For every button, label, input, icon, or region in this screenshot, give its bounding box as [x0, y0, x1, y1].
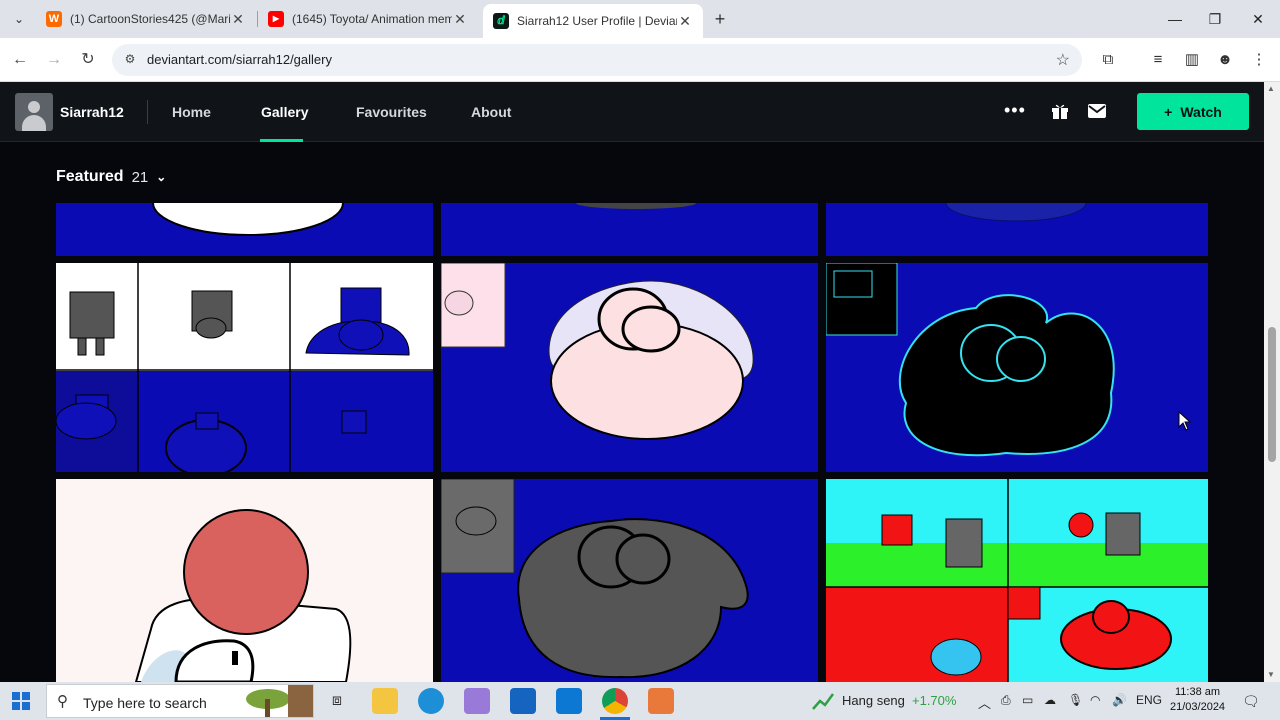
clock-date: 21/03/2024 — [1170, 701, 1226, 713]
deviantart-icon: ⅆ — [493, 13, 509, 29]
edge-icon[interactable] — [418, 688, 444, 714]
volume-icon[interactable]: 🔊 — [1112, 693, 1127, 707]
mail-app-icon[interactable] — [556, 688, 582, 714]
address-bar[interactable]: ⚙ deviantart.com/siarrah12/gallery ☆ — [112, 44, 1082, 76]
profile-avatar-icon[interactable]: ☻ — [1213, 48, 1237, 72]
profile-username[interactable]: Siarrah12 — [60, 104, 124, 120]
gallery-thumbnail[interactable] — [441, 203, 818, 256]
site-settings-icon[interactable]: ⚙ — [122, 51, 138, 67]
taskbar-search-input[interactable]: ⚲ Type here to search — [46, 684, 314, 718]
mouse-cursor-icon — [1178, 411, 1192, 431]
nav-home[interactable]: Home — [172, 104, 211, 120]
tree-illustration-icon — [246, 685, 313, 717]
plus-icon: + — [1164, 103, 1173, 120]
profile-nav-bar: Siarrah12 Home Gallery Favourites About … — [0, 82, 1264, 142]
featured-folder-header[interactable]: Featured 21 ⌄ — [56, 168, 166, 186]
watch-label: Watch — [1180, 103, 1222, 120]
close-icon[interactable]: ✕ — [452, 11, 468, 28]
deviantart-page: Siarrah12 Home Gallery Favourites About … — [0, 82, 1264, 682]
minimize-icon[interactable]: — — [1153, 0, 1197, 38]
featured-count: 21 — [131, 168, 149, 186]
tab-title: Siarrah12 User Profile | Devian… — [517, 14, 677, 28]
chevron-up-icon[interactable]: ︿ — [978, 693, 991, 712]
browser-toolbar: ← → ↻ ⚙ deviantart.com/siarrah12/gallery… — [0, 38, 1280, 82]
gallery-thumbnail[interactable] — [441, 263, 818, 472]
scroll-down-arrow-icon[interactable]: ▼ — [1267, 670, 1275, 679]
watch-button[interactable]: + Watch — [1137, 93, 1249, 130]
back-arrow-icon[interactable]: ← — [8, 48, 32, 72]
bookmark-star-icon[interactable]: ☆ — [1056, 50, 1070, 70]
tab-deviantart[interactable]: ⅆ Siarrah12 User Profile | Devian… ✕ — [483, 4, 703, 38]
gallery-thumbnail[interactable] — [441, 479, 818, 682]
clock-time: 11:38 am — [1175, 686, 1221, 698]
clipchamp-icon[interactable] — [464, 688, 490, 714]
tab-cartoonstories[interactable]: W (1) CartoonStories425 (@Maria… ✕ — [36, 4, 256, 34]
search-placeholder: Type here to search — [83, 695, 207, 711]
close-icon[interactable]: ✕ — [677, 13, 693, 30]
media-control-icon[interactable]: ≡ — [1146, 48, 1170, 72]
meet-now-icon[interactable]: ⎙ — [1001, 693, 1011, 708]
forward-arrow-icon[interactable]: → — [42, 48, 66, 72]
paint-app-icon[interactable] — [648, 688, 674, 714]
search-icon: ⚲ — [57, 693, 68, 710]
file-explorer-icon[interactable] — [372, 688, 398, 714]
nav-favourites[interactable]: Favourites — [356, 104, 427, 120]
windows-start-icon[interactable] — [12, 692, 30, 710]
menu-kebab-icon[interactable]: ⋮ — [1247, 48, 1271, 72]
gift-icon[interactable] — [1051, 102, 1069, 120]
extensions-icon[interactable]: ⧉ — [1096, 48, 1120, 72]
stock-name[interactable]: Hang seng — [842, 693, 905, 708]
tab-youtube[interactable]: ▶ (1645) Toyota/ Animation mem… ✕ — [258, 4, 478, 34]
new-tab-button[interactable]: + — [709, 8, 731, 30]
mail-icon[interactable] — [1088, 104, 1106, 118]
scroll-up-arrow-icon[interactable]: ▲ — [1267, 84, 1275, 93]
gallery-thumbnail[interactable] — [826, 479, 1208, 682]
page-scrollbar[interactable]: ▲ ▼ — [1264, 82, 1280, 682]
tab-title: (1645) Toyota/ Animation mem… — [292, 12, 452, 26]
window-close-icon[interactable]: ✕ — [1236, 0, 1280, 38]
gallery-thumbnail[interactable] — [56, 203, 433, 256]
gallery-thumbnail[interactable] — [56, 263, 433, 472]
avatar[interactable] — [15, 93, 53, 131]
gallery-thumbnail[interactable] — [826, 203, 1208, 256]
gallery-thumbnail[interactable] — [56, 479, 433, 682]
w-icon: W — [46, 11, 62, 27]
task-view-icon[interactable]: ⧈ — [324, 688, 350, 714]
notifications-icon[interactable]: 🗨 — [1242, 693, 1260, 710]
windows-taskbar: ⚲ Type here to search ⧈ Hang seng +1.70%… — [0, 682, 1280, 720]
store-icon[interactable] — [510, 688, 536, 714]
youtube-icon: ▶ — [268, 11, 284, 27]
battery-icon[interactable]: ▭ — [1022, 693, 1033, 707]
active-tab-indicator — [260, 139, 303, 142]
browser-tab-strip: ⌄ W (1) CartoonStories425 (@Maria… ✕ ▶ (… — [0, 0, 1280, 38]
chrome-icon[interactable] — [602, 688, 628, 714]
nav-gallery[interactable]: Gallery — [261, 104, 308, 120]
onedrive-icon[interactable]: ☁ — [1044, 693, 1056, 707]
scrollbar-thumb[interactable] — [1268, 327, 1276, 462]
maximize-icon[interactable]: ❐ — [1193, 0, 1237, 38]
language-indicator[interactable]: ENG — [1136, 693, 1162, 707]
chevron-down-icon[interactable]: ⌄ — [156, 170, 166, 184]
microphone-icon[interactable]: 🎙 — [1068, 693, 1083, 707]
nav-about[interactable]: About — [471, 104, 511, 120]
stock-change[interactable]: +1.70% — [912, 693, 956, 708]
reload-icon[interactable]: ↻ — [76, 48, 100, 72]
more-options-icon[interactable]: ••• — [1004, 100, 1026, 121]
featured-title: Featured — [56, 168, 124, 185]
side-panel-icon[interactable]: ▥ — [1180, 48, 1204, 72]
nav-divider — [147, 100, 148, 124]
url-text[interactable]: deviantart.com/siarrah12/gallery — [147, 52, 332, 67]
tab-title: (1) CartoonStories425 (@Maria… — [70, 12, 230, 26]
gallery-thumbnail[interactable] — [826, 263, 1208, 472]
tab-search-button[interactable]: ⌄ — [8, 8, 30, 30]
stock-chart-icon — [812, 693, 834, 710]
close-icon[interactable]: ✕ — [230, 11, 246, 28]
wifi-icon[interactable]: ◠ — [1090, 693, 1100, 707]
taskbar-clock[interactable]: 11:38 am 21/03/2024 — [1170, 685, 1225, 715]
